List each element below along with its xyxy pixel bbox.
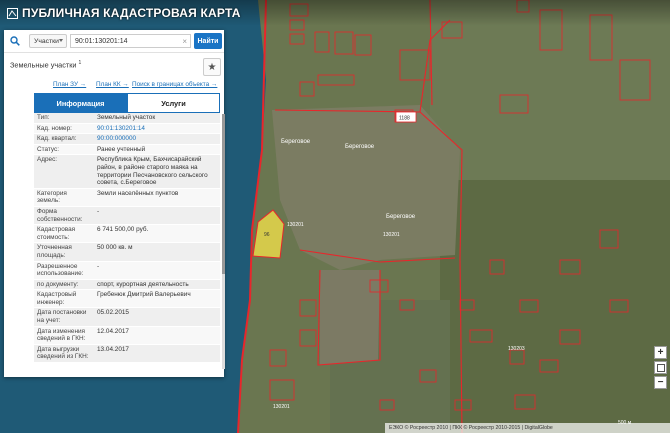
cadastral-quarter-link[interactable]: 90:00:000000 <box>94 134 220 144</box>
row-value: 50 000 кв. м <box>97 244 133 252</box>
link-search-in-bounds[interactable]: Поиск в границах объекта → <box>132 81 217 88</box>
panel-tabs: Информация Услуги <box>34 93 220 113</box>
table-row: Кадастровый инженер: Гребенюк Дмитрий Вал… <box>34 290 220 309</box>
info-panel: Участки 90:01:130201:14 × Найти Земельны… <box>4 30 225 377</box>
clear-icon[interactable]: × <box>182 37 187 46</box>
row-label: Статус: <box>37 145 59 153</box>
tab-information[interactable]: Информация <box>34 93 127 113</box>
plot-number-2: 130201 <box>287 222 304 228</box>
row-label: Кадастровая стоимость: <box>37 226 76 241</box>
row-value: Ранее учтенный <box>97 145 146 153</box>
chevron-down-icon <box>59 39 63 42</box>
cadastral-number-link[interactable]: 90:01:130201:14 <box>94 124 220 134</box>
search-input[interactable]: 90:01:130201:14 × <box>70 34 191 48</box>
row-label: Дата изменения сведений в ГКН: <box>37 327 86 343</box>
layers-button[interactable] <box>654 361 667 374</box>
map-label-1: Береговое <box>281 139 311 145</box>
village-area <box>272 105 460 270</box>
tab-services[interactable]: Услуги <box>127 93 220 113</box>
row-value: 6 741 500,00 руб. <box>97 226 149 234</box>
scale-label: 500 м <box>618 420 632 426</box>
row-value: Земли населённых пунктов <box>97 189 179 197</box>
table-row: Дата постановки на учет: 05.02.2015 <box>34 308 220 327</box>
table-row: Кадастровая стоимость: 6 741 500,00 руб. <box>34 225 220 244</box>
row-label: Форма собственности: <box>37 207 83 223</box>
table-row: Адрес: Республика Крым, Бахчисарайский ра… <box>34 155 220 189</box>
panel-scrollbar[interactable] <box>222 114 225 369</box>
map-label-3: Береговое <box>386 214 416 220</box>
row-label: Уточненная площадь: <box>37 244 72 259</box>
zoom-in-button[interactable]: + <box>654 346 667 359</box>
result-heading-text: Земельные участки <box>10 60 77 70</box>
row-label: Кад. номер: <box>37 124 72 132</box>
link-plan-zu[interactable]: План ЗУ → <box>53 81 86 88</box>
table-row: Уточненная площадь: 50 000 кв. м <box>34 243 220 262</box>
map-label-2: Береговое <box>345 144 375 150</box>
row-label: Категория земель: <box>37 189 67 205</box>
table-row: Дата выгрузки сведений из ГКН: 13.04.2017 <box>34 344 220 364</box>
table-row: по документу: спорт, курортная деятельнос… <box>34 279 220 291</box>
row-label: Кад. квартал: <box>37 135 77 143</box>
table-row: Статус: Ранее учтенный <box>34 144 220 156</box>
row-value: Земельный участок <box>97 114 156 121</box>
panel-links: План ЗУ → План КК → Поиск в границах объ… <box>4 81 224 91</box>
plot-number-96: 96 <box>264 232 270 238</box>
result-count: 1 <box>78 60 82 66</box>
plot-number-4: 130203 <box>508 346 525 352</box>
table-row: Кад. номер: 90:01:130201:14 <box>34 123 220 135</box>
link-plan-kk[interactable]: План КК → <box>96 81 129 88</box>
table-row: Категория земель: Земли населённых пункто… <box>34 188 220 207</box>
table-row: Кад. квартал: 90:00:000000 <box>34 134 220 145</box>
search-icon[interactable] <box>7 33 23 49</box>
plot-number-5: 130201 <box>273 404 290 410</box>
row-value: 13.04.2017 <box>97 345 129 353</box>
row-label: Адрес: <box>37 156 58 164</box>
zoom-out-button[interactable]: − <box>654 376 667 389</box>
search-row: Участки 90:01:130201:14 × Найти <box>4 30 224 53</box>
plot-number-3: 130201 <box>383 232 400 238</box>
row-label: Кадастровый инженер: <box>37 291 77 306</box>
app-title-text: ПУБЛИЧНАЯ КАДАСТРОВАЯ КАРТА <box>22 6 241 20</box>
row-label: Тип: <box>37 114 50 121</box>
scrollbar-thumb[interactable] <box>222 114 225 274</box>
table-row: Тип: Земельный участок <box>34 113 220 124</box>
row-value: Республика Крым, Бахчисарайский район, в… <box>97 156 208 187</box>
row-value: Гребенюк Дмитрий Валерьевич <box>97 291 191 299</box>
row-value: - <box>97 207 100 215</box>
row-label: Дата постановки на учет: <box>37 309 87 325</box>
row-value: 12.04.2017 <box>97 327 129 335</box>
search-type-value: Участки <box>34 37 59 45</box>
info-table: Тип: Земельный участок Кад. номер: 90:01:1… <box>34 113 220 373</box>
row-label: Дата выгрузки сведений из ГКН: <box>37 345 89 361</box>
row-value: спорт, курортная деятельность <box>97 280 189 288</box>
row-value: 05.02.2015 <box>97 309 129 317</box>
table-row: Форма собственности: - <box>34 206 220 226</box>
search-input-value: 90:01:130201:14 <box>75 37 128 45</box>
app-title: ПУБЛИЧНАЯ КАДАСТРОВАЯ КАРТА <box>7 6 241 20</box>
plot-number-1188: 1188 <box>399 116 410 122</box>
row-label: по документу: <box>37 280 79 288</box>
result-heading: Земельные участки 1 <box>10 60 81 69</box>
table-row: Дата изменения сведений в ГКН: 12.04.2017 <box>34 326 220 345</box>
find-button[interactable]: Найти <box>194 33 222 49</box>
map-logo-icon <box>7 7 18 19</box>
top-bar: ПУБЛИЧНАЯ КАДАСТРОВАЯ КАРТА <box>0 0 670 26</box>
row-label: Разрешенное использование: <box>37 262 84 278</box>
table-row: Разрешенное использование: - <box>34 261 220 280</box>
layers-icon <box>656 363 665 372</box>
favorite-star-icon[interactable]: ★ <box>203 58 221 76</box>
zoom-controls: + − <box>654 346 668 391</box>
search-type-select[interactable]: Участки <box>29 34 67 48</box>
row-value: - <box>97 262 100 270</box>
